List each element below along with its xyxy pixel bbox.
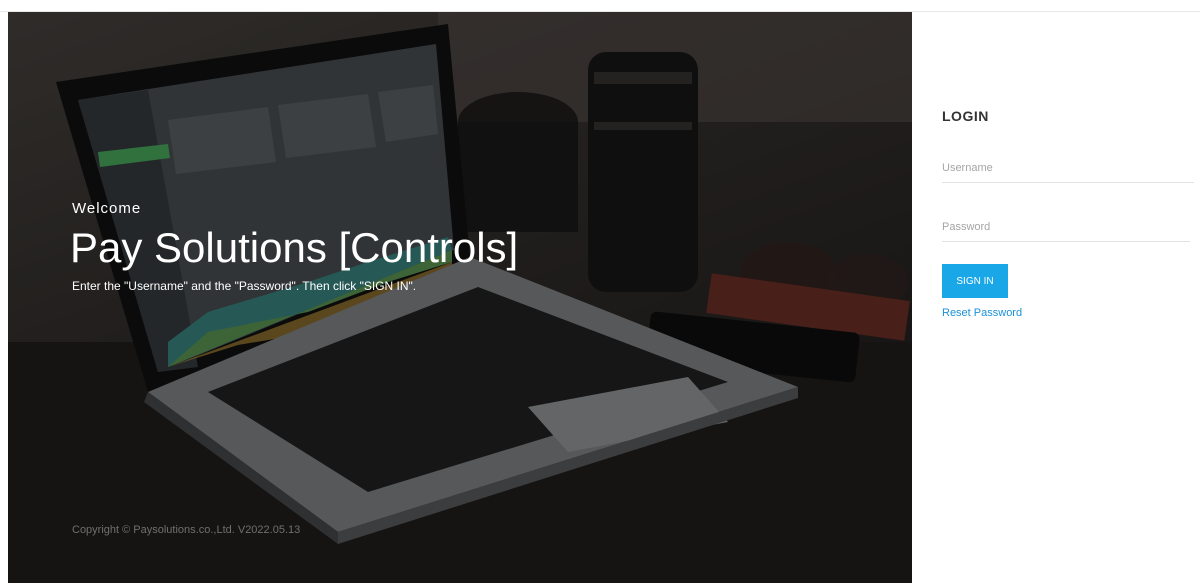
hero-panel: Welcome Pay Solutions [Controls] Enter t… (8, 12, 912, 583)
username-input[interactable] (942, 154, 1194, 183)
top-border (0, 0, 1200, 12)
sign-in-button[interactable]: SIGN IN (942, 264, 1008, 298)
password-input[interactable] (942, 213, 1190, 242)
welcome-text: Welcome (72, 200, 142, 217)
login-instructions: Enter the "Username" and the "Password".… (72, 279, 417, 293)
hero-dark-overlay (8, 12, 912, 583)
login-panel: LOGIN SIGN IN Reset Password (912, 12, 1200, 583)
login-heading: LOGIN (942, 108, 989, 124)
reset-password-link[interactable]: Reset Password (942, 307, 1022, 319)
copyright-text: Copyright © Paysolutions.co.,Ltd. V2022.… (72, 524, 301, 536)
login-page: Welcome Pay Solutions [Controls] Enter t… (0, 0, 1200, 583)
page-title: Pay Solutions [Controls] (70, 224, 519, 271)
